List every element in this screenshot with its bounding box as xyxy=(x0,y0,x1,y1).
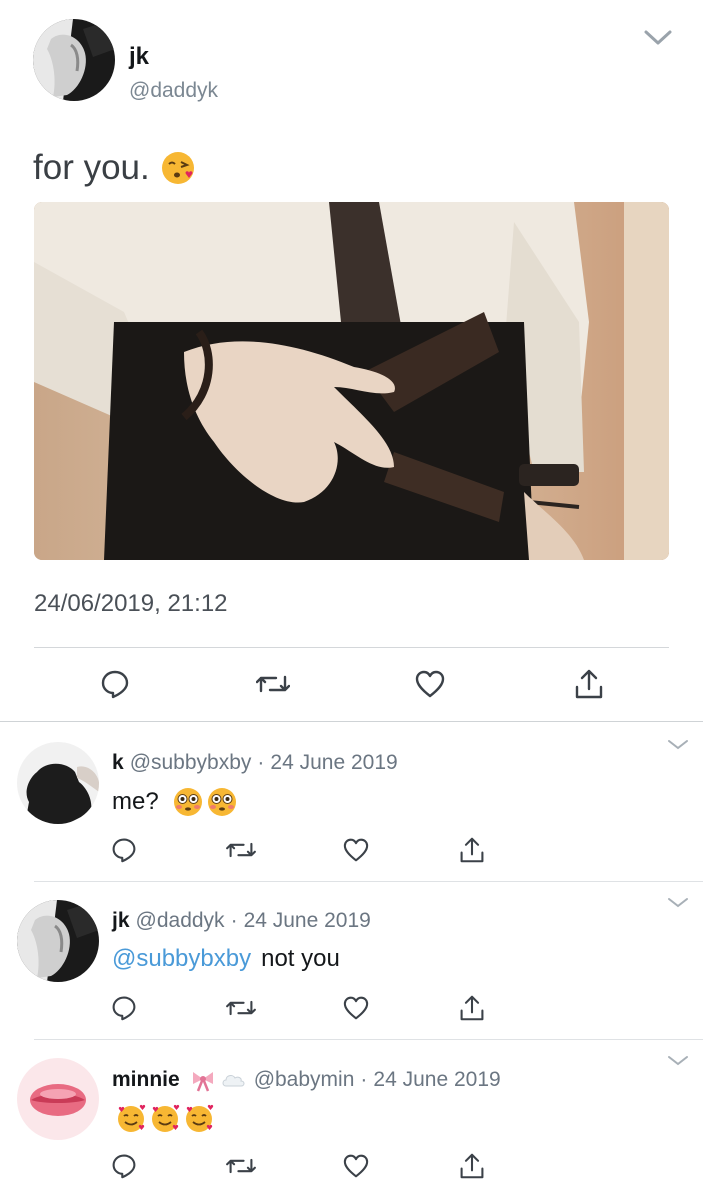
heart-icon xyxy=(343,1154,369,1178)
face-blowing-kiss-icon xyxy=(161,152,194,184)
tweet-timestamp[interactable]: 24/06/2019, 21:12 xyxy=(34,590,228,618)
share-button[interactable] xyxy=(452,1146,492,1186)
reply-avatar[interactable] xyxy=(17,1058,99,1140)
reply-icon xyxy=(112,1154,136,1179)
like-button[interactable] xyxy=(410,664,450,704)
share-button[interactable] xyxy=(452,830,492,870)
reply-icon xyxy=(101,670,129,699)
meta-separator: · xyxy=(230,909,238,932)
like-button[interactable] xyxy=(336,830,376,870)
reply-button[interactable] xyxy=(95,664,135,704)
reply-author-name[interactable]: minnie xyxy=(112,1068,180,1092)
meta-separator: · xyxy=(257,751,265,774)
author-handle[interactable]: @daddyk xyxy=(129,79,218,103)
retweet-button[interactable] xyxy=(253,664,293,704)
reply-icon xyxy=(112,996,136,1021)
reply-text-content: not you xyxy=(261,945,340,972)
tweet-photo[interactable] xyxy=(34,202,669,560)
reply-actions xyxy=(104,830,504,866)
share-button[interactable] xyxy=(569,664,609,704)
reply-header: jk @daddyk · 24 June 2019 xyxy=(112,909,371,933)
reply-tweet[interactable]: k @subbybxby · 24 June 2019 me? xyxy=(0,722,703,882)
reply-date[interactable]: 24 June 2019 xyxy=(270,751,397,775)
main-tweet-header: jk @daddyk xyxy=(33,19,673,103)
reply-button[interactable] xyxy=(104,988,144,1028)
reply-author-handle[interactable]: @daddyk xyxy=(136,909,225,933)
meta-separator: · xyxy=(360,1068,368,1091)
reply-author-name[interactable]: k xyxy=(112,751,124,775)
share-button[interactable] xyxy=(452,988,492,1028)
reply-author-handle[interactable]: @babymin xyxy=(254,1068,355,1092)
chevron-down-icon[interactable] xyxy=(667,896,689,910)
author-avatar[interactable] xyxy=(33,19,115,101)
reply-avatar[interactable] xyxy=(17,742,99,824)
reply-header: minnie @babymin · 24 June 2019 xyxy=(112,1067,501,1093)
share-icon xyxy=(460,1153,484,1179)
reply-text: @subbybxby not you xyxy=(112,945,340,973)
author-name[interactable]: jk xyxy=(129,43,149,71)
heart-icon xyxy=(343,996,369,1020)
ribbon-icon xyxy=(192,1072,213,1092)
reply-actions xyxy=(104,988,504,1024)
chevron-down-icon[interactable] xyxy=(643,25,673,49)
share-icon xyxy=(460,837,484,863)
divider xyxy=(34,647,669,648)
mention-link[interactable]: @subbybxby xyxy=(112,945,251,973)
reply-tweet[interactable]: minnie @babymin · 24 June 2019 xyxy=(0,1038,703,1198)
reply-avatar[interactable] xyxy=(17,900,99,982)
reply-date[interactable]: 24 June 2019 xyxy=(373,1068,500,1092)
reply-header: k @subbybxby · 24 June 2019 xyxy=(112,751,398,775)
reply-button[interactable] xyxy=(104,1146,144,1186)
retweet-button[interactable] xyxy=(221,988,261,1028)
retweet-button[interactable] xyxy=(221,1146,261,1186)
reply-text: me? xyxy=(112,787,237,817)
cloud-icon xyxy=(222,1075,245,1087)
flushed-face-icon xyxy=(207,788,236,816)
retweet-icon xyxy=(226,1158,256,1174)
reply-text xyxy=(112,1103,214,1133)
share-icon xyxy=(460,995,484,1021)
heart-icon xyxy=(415,670,445,698)
share-icon xyxy=(575,669,603,699)
reply-tweet[interactable]: jk @daddyk · 24 June 2019 @subbybxby not… xyxy=(0,880,703,1040)
tweet-text-content: for you. xyxy=(33,148,150,187)
reply-actions xyxy=(104,1146,504,1182)
retweet-icon xyxy=(226,1000,256,1016)
like-button[interactable] xyxy=(336,988,376,1028)
reply-text-content: me? xyxy=(112,788,159,815)
reply-date[interactable]: 24 June 2019 xyxy=(244,909,371,933)
flushed-face-icon xyxy=(173,788,202,816)
reply-button[interactable] xyxy=(104,830,144,870)
smiling-face-with-hearts-icon xyxy=(152,1104,180,1132)
smiling-face-with-hearts-icon xyxy=(186,1104,214,1132)
chevron-down-icon[interactable] xyxy=(667,1054,689,1068)
retweet-icon xyxy=(226,842,256,858)
like-button[interactable] xyxy=(336,1146,376,1186)
tweet-text: for you. xyxy=(33,148,196,188)
heart-icon xyxy=(343,838,369,862)
retweet-button[interactable] xyxy=(221,830,261,870)
reply-icon xyxy=(112,838,136,863)
tweet-detail-page: jk @daddyk for you. 24/06/2019, 21:12 k … xyxy=(0,0,703,1200)
smiling-face-with-hearts-icon xyxy=(118,1104,146,1132)
reply-author-handle[interactable]: @subbybxby xyxy=(130,751,252,775)
retweet-icon xyxy=(256,675,290,693)
chevron-down-icon[interactable] xyxy=(667,738,689,752)
reply-author-name[interactable]: jk xyxy=(112,909,130,933)
main-tweet-actions xyxy=(34,664,669,708)
